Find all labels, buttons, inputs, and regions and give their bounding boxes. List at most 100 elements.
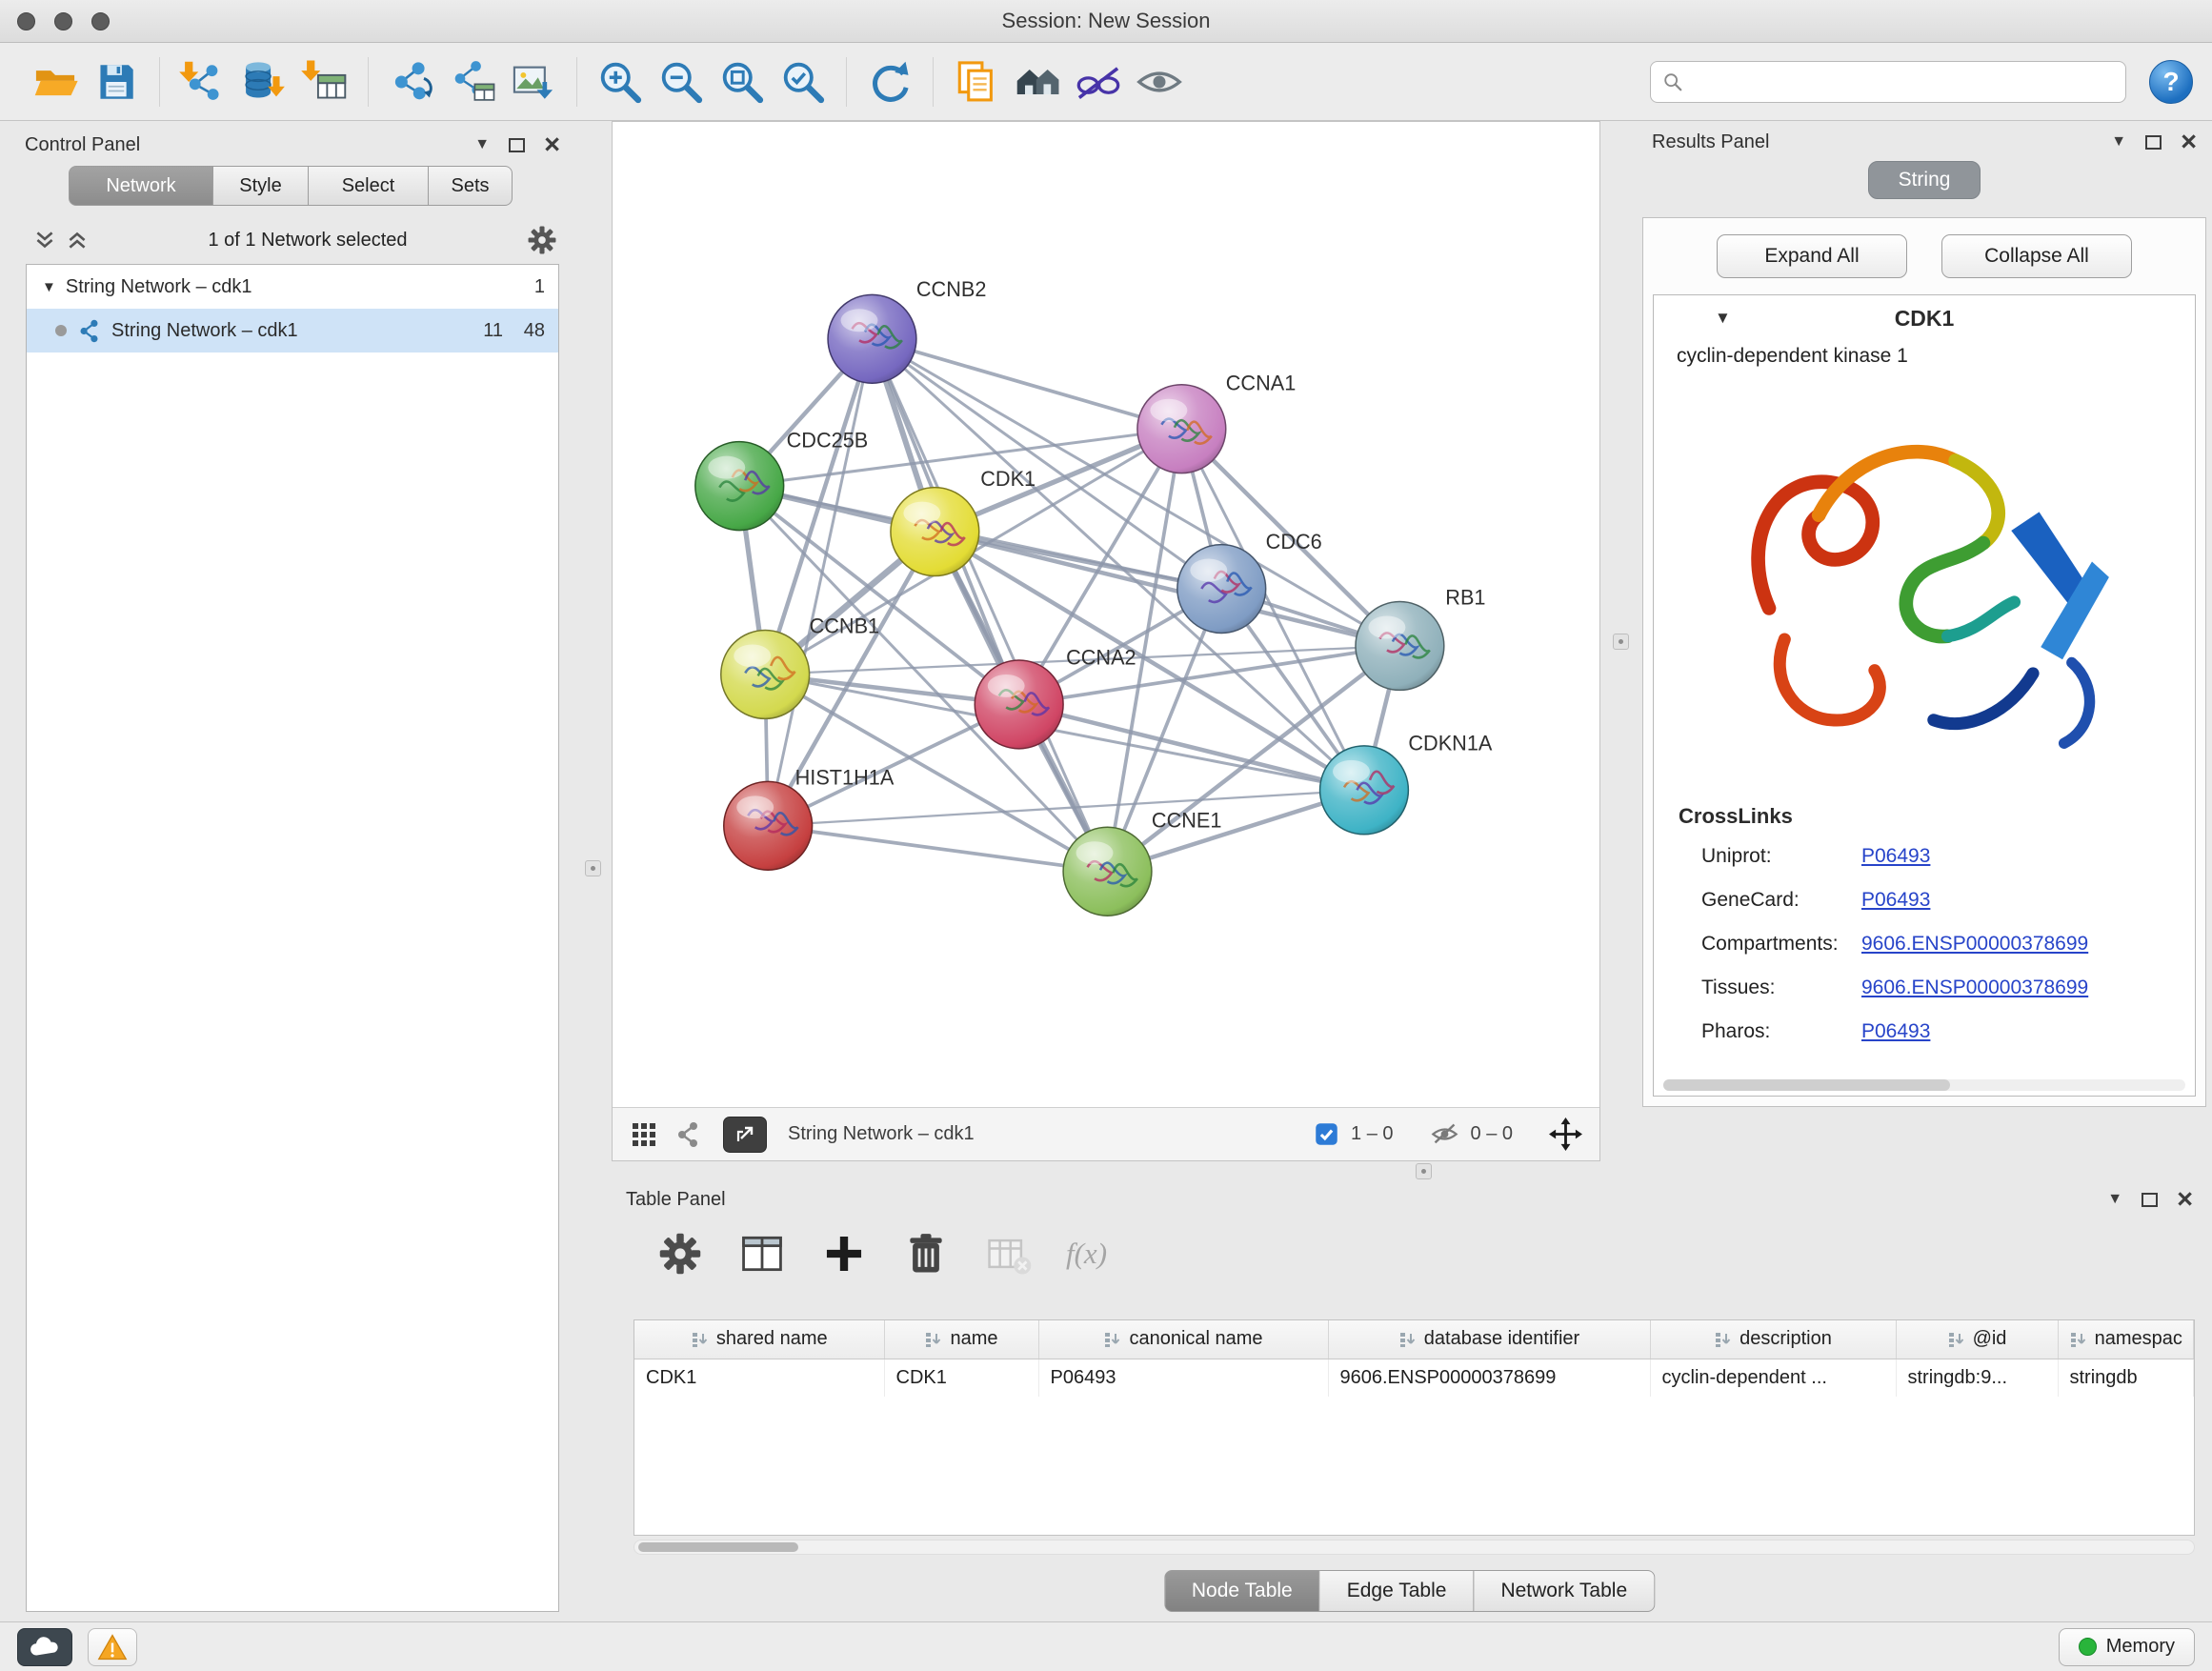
import-network-database-button[interactable]: [233, 51, 294, 112]
show-hide-panel-button[interactable]: [1129, 51, 1190, 112]
panel-menu-button[interactable]: ▼: [474, 136, 490, 153]
panel-close-button[interactable]: ×: [2181, 132, 2197, 151]
network-canvas[interactable]: CCNB2CCNA1CDC25BCDK1CDC6RB1CCNB1CCNA2CDK…: [613, 122, 1599, 1107]
new-network-button[interactable]: [381, 51, 442, 112]
save-session-button[interactable]: [86, 51, 147, 112]
table-horizontal-scrollbar[interactable]: [633, 1540, 2195, 1555]
cell-database-identifier[interactable]: 9606.ENSP00000378699: [1328, 1359, 1650, 1397]
tissues-link[interactable]: 9606.ENSP00000378699: [1861, 976, 2088, 999]
node-CDKN1A[interactable]: [1320, 746, 1409, 835]
tab-sets[interactable]: Sets: [429, 166, 513, 206]
compartments-link[interactable]: 9606.ENSP00000378699: [1861, 933, 2088, 956]
tab-network-table[interactable]: Network Table: [1474, 1570, 1655, 1612]
edge-HIST1H1A-CCNE1[interactable]: [768, 826, 1107, 872]
panel-float-button[interactable]: [2142, 1193, 2158, 1207]
zoom-in-button[interactable]: [590, 51, 651, 112]
node-CCNA1[interactable]: [1137, 385, 1226, 473]
import-table-button[interactable]: [294, 51, 355, 112]
export-image-button[interactable]: [503, 51, 564, 112]
edge-CCNB2-HIST1H1A[interactable]: [768, 339, 872, 826]
zoom-fit-button[interactable]: [712, 51, 773, 112]
node-CCNB2[interactable]: [828, 294, 916, 383]
table-options-button[interactable]: [656, 1230, 704, 1278]
zoom-out-button[interactable]: [651, 51, 712, 112]
panel-menu-button[interactable]: ▼: [2107, 1191, 2122, 1208]
eye-slash-icon[interactable]: [1430, 1119, 1459, 1149]
node-CCNA2[interactable]: [975, 660, 1063, 749]
share-view-icon[interactable]: [674, 1120, 702, 1149]
tab-style[interactable]: Style: [213, 166, 309, 206]
network-row[interactable]: String Network – cdk1 11 48: [27, 309, 558, 352]
apply-layout-button[interactable]: [859, 51, 920, 112]
panel-close-button[interactable]: ×: [544, 135, 560, 154]
window-close-button[interactable]: [17, 12, 35, 30]
detach-view-button[interactable]: [723, 1117, 767, 1153]
open-session-button[interactable]: [25, 51, 86, 112]
export-network-button[interactable]: [442, 51, 503, 112]
warnings-button[interactable]: [88, 1628, 137, 1666]
gear-icon[interactable]: [526, 224, 558, 256]
column-header-description[interactable]: description: [1650, 1320, 1896, 1359]
tab-select[interactable]: Select: [309, 166, 429, 206]
collapse-section-icon[interactable]: ▼: [1715, 309, 1731, 328]
panel-close-button[interactable]: ×: [2177, 1190, 2193, 1209]
table-row[interactable]: CDK1 CDK1 P06493 9606.ENSP00000378699 cy…: [634, 1359, 2194, 1397]
expand-all-icon[interactable]: [65, 228, 90, 252]
edge-CCNB2-CCNA1[interactable]: [872, 339, 1181, 429]
network-graph[interactable]: CCNB2CCNA1CDC25BCDK1CDC6RB1CCNB1CCNA2CDK…: [613, 122, 1599, 1107]
cell-name[interactable]: CDK1: [884, 1359, 1038, 1397]
column-header-name[interactable]: name: [884, 1320, 1038, 1359]
cell-namespace[interactable]: stringdb: [2058, 1359, 2194, 1397]
column-header-database-identifier[interactable]: database identifier: [1328, 1320, 1650, 1359]
expand-all-button[interactable]: Expand All: [1717, 234, 1907, 278]
panel-float-button[interactable]: [2145, 135, 2162, 150]
panel-menu-button[interactable]: ▼: [2111, 133, 2126, 151]
documents-button[interactable]: [946, 51, 1007, 112]
node-CDK1[interactable]: [891, 488, 979, 576]
function-builder-button[interactable]: f(x): [1066, 1230, 1107, 1278]
panel-float-button[interactable]: [509, 138, 525, 152]
protein-card-header[interactable]: ▼ CDK1: [1654, 295, 2195, 341]
cloud-status-button[interactable]: [17, 1628, 72, 1666]
edge-CCNB2-CCNE1[interactable]: [872, 339, 1107, 872]
uniprot-link[interactable]: P06493: [1861, 845, 1930, 868]
tab-string[interactable]: String: [1868, 161, 1981, 199]
node-CCNB1[interactable]: [721, 630, 810, 718]
collapse-all-button[interactable]: Collapse All: [1941, 234, 2132, 278]
cell-description[interactable]: cyclin-dependent ...: [1650, 1359, 1896, 1397]
hide-graphics-details-button[interactable]: [1068, 51, 1129, 112]
node-RB1[interactable]: [1356, 602, 1444, 691]
tab-edge-table[interactable]: Edge Table: [1320, 1570, 1475, 1612]
overview-button[interactable]: [1007, 51, 1068, 112]
genecard-link[interactable]: P06493: [1861, 889, 1930, 912]
tab-network[interactable]: Network: [69, 166, 213, 206]
delete-columns-button[interactable]: [902, 1230, 950, 1278]
node-CDC6[interactable]: [1177, 545, 1266, 634]
horizontal-splitter-handle[interactable]: [1416, 1163, 1432, 1179]
node-CDC25B[interactable]: [695, 442, 784, 531]
column-header-shared-name[interactable]: shared name: [634, 1320, 884, 1359]
vertical-splitter-handle[interactable]: [1613, 634, 1629, 650]
crosshair-icon[interactable]: [1549, 1117, 1582, 1151]
import-network-file-button[interactable]: [172, 51, 233, 112]
scrollbar-thumb[interactable]: [638, 1542, 798, 1552]
select-columns-button[interactable]: [738, 1230, 786, 1278]
column-header-canonical-name[interactable]: canonical name: [1038, 1320, 1328, 1359]
cell-id[interactable]: stringdb:9...: [1896, 1359, 2058, 1397]
window-zoom-button[interactable]: [91, 12, 110, 30]
collapse-all-icon[interactable]: [32, 228, 57, 252]
tab-node-table[interactable]: Node Table: [1164, 1570, 1320, 1612]
network-collection-row[interactable]: ▼ String Network – cdk1 1: [27, 265, 558, 309]
grid-view-icon[interactable]: [630, 1120, 658, 1149]
column-header-namespace[interactable]: namespac: [2058, 1320, 2194, 1359]
create-column-button[interactable]: [820, 1230, 868, 1278]
cell-shared-name[interactable]: CDK1: [634, 1359, 884, 1397]
help-button[interactable]: ?: [2149, 60, 2193, 104]
node-CCNE1[interactable]: [1063, 827, 1152, 916]
pharos-link[interactable]: P06493: [1861, 1020, 1930, 1043]
memory-button[interactable]: Memory: [2059, 1628, 2195, 1666]
collapse-triangle-icon[interactable]: ▼: [42, 279, 56, 295]
node-HIST1H1A[interactable]: [724, 781, 813, 870]
vertical-splitter-handle[interactable]: [585, 860, 601, 876]
column-header-id[interactable]: @id: [1896, 1320, 2058, 1359]
